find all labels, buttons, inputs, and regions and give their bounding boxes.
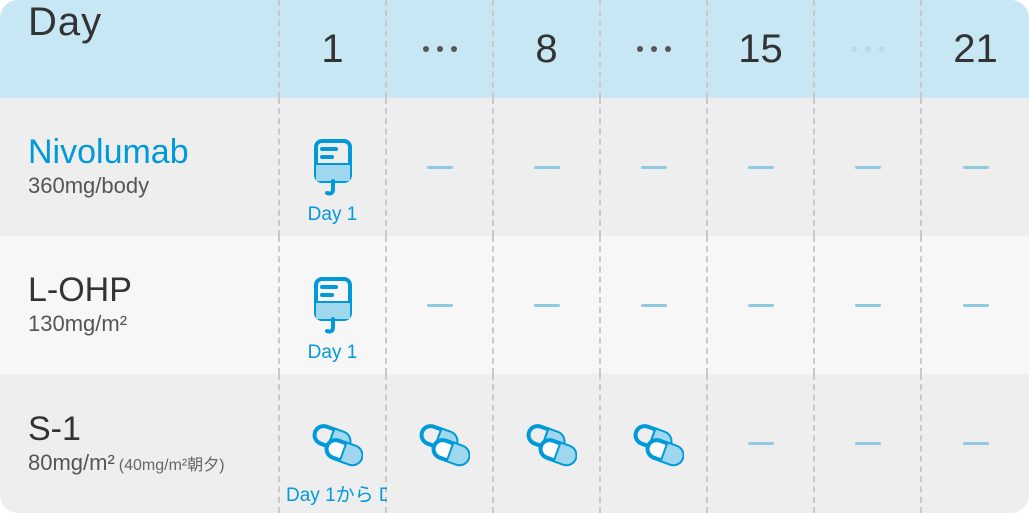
- drug-label-s-1: S-1 80mg/m²(40mg/m²朝夕): [0, 374, 280, 513]
- dose-cell: [494, 374, 601, 513]
- header-day-1: 1: [280, 0, 387, 98]
- no-dose-dash: [748, 304, 774, 307]
- drug-dose: 360mg/body: [28, 173, 149, 198]
- header-day-2: [387, 0, 494, 98]
- oral-pill-icon: [410, 419, 470, 469]
- drug-name: Nivolumab: [28, 135, 189, 169]
- drug-dose-wrap: 80mg/m²(40mg/m²朝夕): [28, 450, 225, 476]
- ellipsis-icon: [851, 46, 885, 52]
- oral-pill-icon: [624, 419, 684, 469]
- dose-cell: Day 1: [280, 98, 387, 236]
- dose-cell: [922, 98, 1029, 236]
- drug-dose: 80mg/m²: [28, 450, 115, 475]
- header-day-label: Day: [28, 0, 102, 45]
- dose-cell: [922, 374, 1029, 513]
- no-dose-dash: [855, 166, 881, 169]
- day-number: 8: [535, 27, 557, 72]
- header-day-3: 8: [494, 0, 601, 98]
- day-number: 1: [321, 27, 343, 72]
- dose-cell: [387, 98, 494, 236]
- dose-cell: [387, 236, 494, 374]
- header-day-label-cell: Day: [0, 0, 280, 98]
- dose-cell: [815, 98, 922, 236]
- no-dose-dash: [641, 304, 667, 307]
- header-day-5: 15: [708, 0, 815, 98]
- dose-cell: [601, 98, 708, 236]
- no-dose-dash: [963, 442, 989, 445]
- regimen-schedule-table: Day 1 8 15 21 Nivolumab 360mg/body Day 1 L-OHP 13…: [0, 0, 1029, 513]
- no-dose-dash: [963, 166, 989, 169]
- day-number: 15: [738, 27, 783, 72]
- no-dose-dash: [427, 166, 453, 169]
- dose-cell: [815, 374, 922, 513]
- dose-cell: [708, 98, 815, 236]
- dose-cell: [708, 374, 815, 513]
- no-dose-dash: [748, 166, 774, 169]
- no-dose-dash: [855, 304, 881, 307]
- oral-pill-icon: [517, 419, 577, 469]
- no-dose-dash: [534, 304, 560, 307]
- iv-day-label: Day 1: [308, 342, 358, 364]
- drug-name: S-1: [28, 412, 81, 446]
- ellipsis-icon: [423, 46, 457, 52]
- drug-name: L-OHP: [28, 273, 132, 307]
- drug-label-l-ohp: L-OHP 130mg/m²: [0, 236, 280, 374]
- dose-cell: [815, 236, 922, 374]
- iv-day-label: Day 1: [308, 204, 358, 226]
- dose-cell: Day 1から Day 14まで連日継続内服: [280, 374, 387, 513]
- drug-dose-note: (40mg/m²朝夕): [119, 457, 225, 474]
- no-dose-dash: [855, 442, 881, 445]
- no-dose-dash: [427, 304, 453, 307]
- iv-infusion-icon: Day 1: [310, 275, 356, 335]
- oral-pill-icon: [303, 419, 363, 469]
- no-dose-dash: [748, 442, 774, 445]
- dose-cell: [601, 374, 708, 513]
- dose-cell: [494, 98, 601, 236]
- dose-cell: [387, 374, 494, 513]
- iv-infusion-icon: Day 1: [310, 137, 356, 197]
- dose-cell: Day 1: [280, 236, 387, 374]
- dose-cell: [601, 236, 708, 374]
- drug-dose-wrap: 360mg/body: [28, 173, 149, 199]
- dose-cell: [922, 236, 1029, 374]
- header-day-7: 21: [922, 0, 1029, 98]
- day-number: 21: [953, 27, 998, 72]
- no-dose-dash: [963, 304, 989, 307]
- drug-dose-wrap: 130mg/m²: [28, 311, 127, 337]
- dose-cell: [494, 236, 601, 374]
- drug-label-nivolumab: Nivolumab 360mg/body: [0, 98, 280, 236]
- no-dose-dash: [641, 166, 667, 169]
- drug-dose: 130mg/m²: [28, 311, 127, 336]
- dose-cell: [708, 236, 815, 374]
- ellipsis-icon: [637, 46, 671, 52]
- header-day-4: [601, 0, 708, 98]
- header-day-6: [815, 0, 922, 98]
- no-dose-dash: [534, 166, 560, 169]
